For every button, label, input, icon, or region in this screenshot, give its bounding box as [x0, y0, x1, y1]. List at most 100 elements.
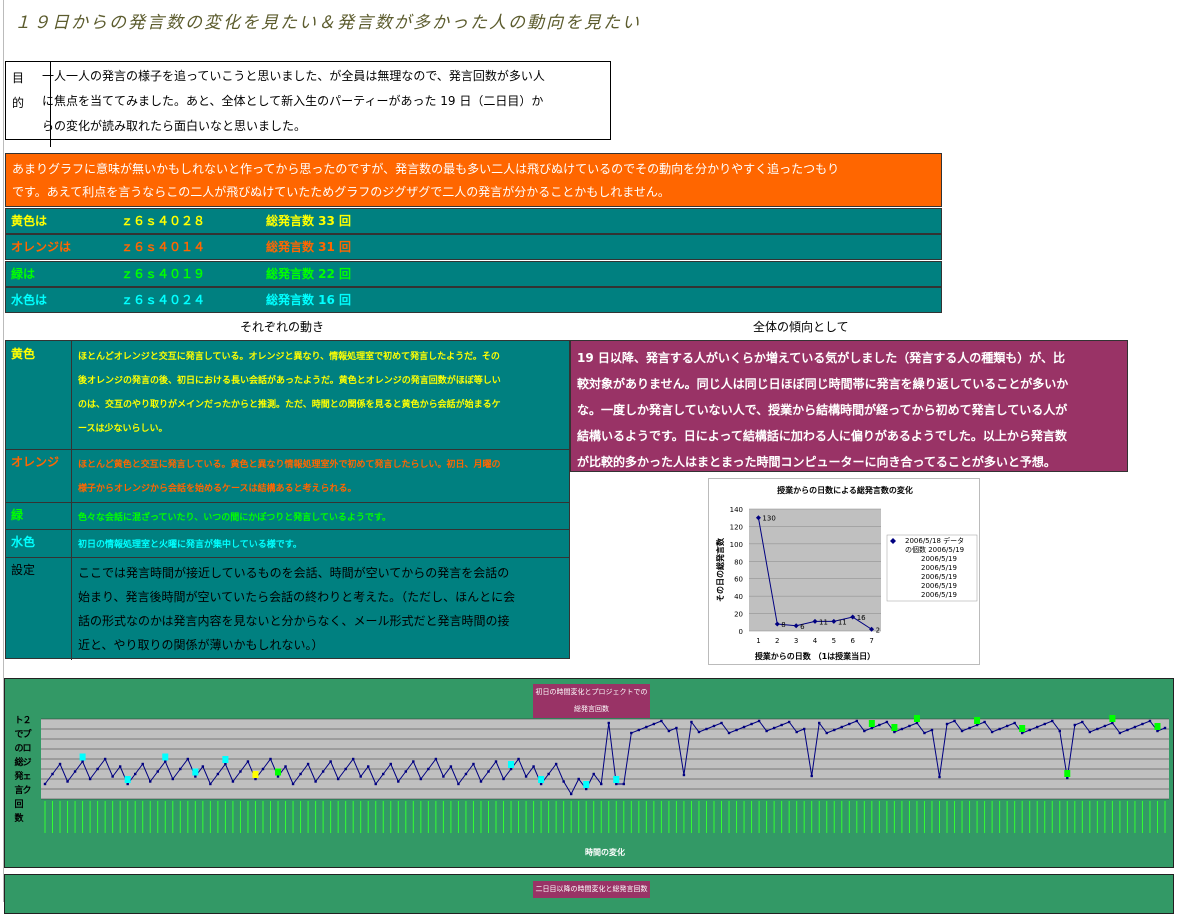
legend-entry: 2006/5/18 データ [905, 536, 964, 545]
timeline-person-marker [508, 761, 515, 768]
timeline-point [457, 782, 460, 786]
timeline-person-marker [613, 776, 620, 783]
timeline-point [254, 777, 257, 781]
y-tick-label: 80 [734, 558, 743, 566]
timeline-point [51, 772, 54, 776]
timeline-point [479, 780, 483, 783]
timeline-point [690, 720, 693, 724]
timeline-point [554, 762, 558, 766]
timeline-y-label-char: で [14, 729, 23, 740]
timeline-point [1088, 730, 1092, 734]
movement-text: ほとんどオレンジと交互に発言している。オレンジと異なり、情報処理室で初めて発言し… [71, 341, 569, 449]
y-tick-label: 20 [734, 611, 743, 619]
timeline-y-label-char: 数 [14, 812, 24, 824]
timeline-point [344, 767, 347, 771]
person-row: オレンジは ｚ６ｓ４０１４ 総発言数 31 回 [5, 234, 942, 260]
timeline-point [464, 772, 468, 776]
timeline-point [1020, 731, 1024, 735]
timeline-point [585, 787, 588, 791]
timeline-y-label-char: ク [22, 785, 31, 796]
timeline-person-marker [192, 768, 199, 776]
timeline-point [261, 767, 265, 771]
timeline-point [1141, 722, 1144, 726]
timeline-point [765, 729, 768, 733]
timeline-point [299, 772, 302, 776]
timeline-point [727, 731, 731, 735]
timeline-y-label-char: 回 [14, 799, 23, 810]
timeline-point [975, 723, 979, 727]
timeline-person-marker [1154, 723, 1161, 730]
data-label: 11 [819, 618, 828, 626]
daily-chart[interactable]: 授業からの日数による総発言数の変化 0 20 40 60 80 100 120 140 1 2 3 4 5… [708, 478, 980, 665]
timeline-point [329, 760, 332, 763]
timeline-point [915, 721, 919, 725]
person-label: 緑は [11, 267, 36, 281]
movement-text: ここでは発言時間が接近しているものを会話、時間が空いてからの発言を会話の 始まり、… [71, 557, 569, 660]
timeline-point [742, 725, 746, 729]
legend-entry: 2006/5/19 [921, 564, 957, 572]
timeline-point [945, 722, 949, 726]
timeline-person-marker [868, 720, 875, 727]
legend-entry: 2006/5/19 [921, 591, 957, 599]
timeline-chart-2[interactable]: 二日目以降の時間変化と総発言回数 [4, 874, 1174, 914]
timeline-y-label-char: 発 [13, 770, 24, 782]
timeline-person-marker [162, 753, 169, 761]
timeline-person-marker [124, 776, 131, 783]
timeline-point [825, 731, 828, 735]
movement-line: のは、交互のやり取りがメインだったからと推測。ただ、時間との関係を見ると黄色から… [78, 400, 501, 410]
movement-line: 初日の情報処理室と火曜に発言が集中している様です。 [78, 540, 302, 550]
timeline-point [675, 726, 678, 730]
timeline-y-label-char: ジ [22, 757, 31, 768]
timeline-point [772, 726, 776, 730]
movement-key: 黄色 [11, 347, 36, 361]
timeline-person-marker [583, 781, 590, 788]
movement-line: ースは少ないらしい。 [78, 424, 168, 434]
timeline-point [359, 775, 362, 778]
person-total: 総発言数 31 回 [266, 240, 352, 254]
movement-line: 様子からオレンジから会話を始めるケースは結構あると考えられる。 [78, 484, 357, 494]
timeline-point [1163, 726, 1167, 730]
timeline-point [547, 772, 550, 776]
purpose-line: らの変化が読み取れたら面白いなと思いました。 [42, 119, 307, 133]
legend-entry: 2006/5/19 [921, 582, 957, 590]
timeline-point [141, 762, 144, 766]
timeline-point [434, 757, 438, 761]
timeline-person-marker [913, 715, 920, 722]
timeline-point [186, 757, 190, 761]
legend-entry: 2006/5/19 [921, 573, 957, 581]
timeline-point [1036, 725, 1039, 729]
timeline-point [201, 765, 205, 768]
timeline-point [750, 722, 753, 726]
timeline-point [517, 757, 520, 761]
purpose-text: 一人一人の発言の様子を追っていこうと思いました、が全員は無理なので、発言回数が多… [42, 64, 608, 139]
x-tick-label: 6 [850, 637, 855, 645]
legend-entry: 2006/5/19 [921, 555, 957, 563]
movement-key: 水色 [11, 535, 36, 549]
timeline-point [1096, 727, 1099, 731]
person-row: 緑は ｚ６ｓ４０１９ 総発言数 22 回 [5, 261, 942, 287]
timeline-point [697, 730, 701, 734]
timeline-point [419, 777, 423, 781]
timeline-point [840, 725, 843, 729]
timeline-point [592, 772, 595, 776]
movement-line: 後オレンジの発言の後、初日における長い会話があったようだ。黄色とオレンジの発言回… [78, 376, 501, 386]
timeline-point [990, 730, 994, 734]
x-tick-label: 5 [832, 637, 836, 645]
timeline-point [938, 775, 941, 779]
timeline-point [577, 777, 580, 781]
timeline-point [720, 721, 723, 725]
timeline-point [231, 780, 235, 783]
timeline-chart-1[interactable]: 初日の時間変化とプロジェクトでの総発言回数 時間の変化 ２ プロジェクトでの総発言回… [4, 678, 1174, 868]
timeline-person-marker [79, 753, 86, 761]
movement-key: オレンジ [11, 455, 60, 469]
timeline-point [502, 777, 505, 781]
timeline-point [171, 777, 174, 781]
timeline-y-label-char: プ [22, 728, 32, 740]
timeline-point [404, 770, 408, 773]
timeline-y-label-char: ２ [22, 715, 31, 726]
timeline-point [494, 760, 498, 763]
overall-line: 較対象がありません。同じ人は同じ日ほぼ同じ時間帯に発言を繰り返していることが多い… [577, 377, 1069, 391]
timeline-point [382, 772, 385, 776]
purpose-line: に焦点を当ててみました。あと、全体として新入生のパーティーがあった 19 日（二… [42, 94, 544, 108]
timeline-point [998, 727, 1001, 731]
